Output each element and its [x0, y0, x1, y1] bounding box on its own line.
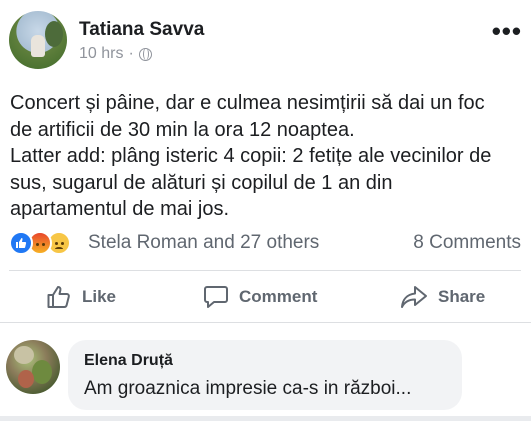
post-text-line: sus, sugarul de alături și copilul de 1 …	[10, 171, 393, 194]
avatar-tree	[45, 21, 63, 47]
post-author-name[interactable]: Tatiana Savva	[79, 19, 204, 41]
avatar-shape	[32, 360, 52, 384]
post-text-line: Latter add: plâng isteric 4 copii: 2 fet…	[10, 145, 492, 167]
comment-bubble: Elena Druță Am groaznica impresie ca-s i…	[68, 340, 462, 410]
commenter-name[interactable]: Elena Druță	[84, 352, 173, 370]
commenter-avatar[interactable]	[6, 340, 60, 394]
reaction-names[interactable]: Stela Roman and 27 others	[88, 232, 319, 254]
like-button-label: Like	[82, 287, 117, 306]
section-separator	[0, 322, 531, 323]
meta-separator: ·	[128, 45, 134, 62]
post-text-line: apartamentul de mai jos.	[10, 198, 230, 220]
avatar-figure	[31, 35, 45, 57]
author-avatar[interactable]	[9, 11, 67, 69]
thumbs-up-icon	[47, 286, 70, 308]
comment-bubble-icon	[204, 286, 228, 308]
globe-icon[interactable]	[138, 47, 152, 61]
post-actions: Like Comment Share	[0, 278, 531, 316]
post-text-line: Concert și pâine, dar e culmea nesimțiri…	[10, 92, 485, 114]
divider	[9, 270, 521, 271]
avatar-shape	[14, 346, 34, 364]
avatar-shape	[18, 370, 34, 388]
sad-mouth	[55, 247, 63, 251]
share-arrow-icon	[401, 286, 427, 308]
comment-button-label: Comment	[239, 287, 318, 306]
comment-text: Am groaznica impresie ca-s in război...	[84, 378, 412, 399]
facebook-post: Tatiana Savva 10 hrs · ••• Concert și pâ…	[0, 0, 531, 421]
angry-eye-left	[36, 243, 39, 246]
like-icon	[9, 231, 33, 255]
reactions-bar: Stela Roman and 27 others 8 Comments	[9, 230, 521, 256]
like-button[interactable]: Like	[46, 278, 116, 316]
post-text: Concert și pâine, dar e culmea nesimțiri…	[10, 90, 525, 223]
share-button-label: Share	[438, 287, 486, 306]
post-time[interactable]: 10 hrs	[79, 45, 123, 63]
post-text-line: de artificii de 30 min la ora 12 noaptea…	[10, 118, 355, 141]
like-thumb-glyph	[16, 238, 27, 248]
comment-button[interactable]: Comment	[203, 278, 317, 316]
comments-count[interactable]: 8 Comments	[413, 232, 521, 254]
post-header: Tatiana Savva 10 hrs · •••	[9, 11, 524, 69]
ellipsis-icon[interactable]: •••	[492, 18, 522, 44]
sad-eye-right	[61, 242, 64, 245]
share-button[interactable]: Share	[400, 278, 485, 316]
sad-eye-left	[55, 242, 58, 245]
reaction-icons[interactable]	[9, 231, 85, 255]
feed-background	[0, 416, 531, 421]
comment-item: Elena Druță Am groaznica impresie ca-s i…	[0, 336, 531, 414]
post-meta: 10 hrs ·	[79, 44, 152, 64]
angry-eye-right	[42, 243, 45, 246]
